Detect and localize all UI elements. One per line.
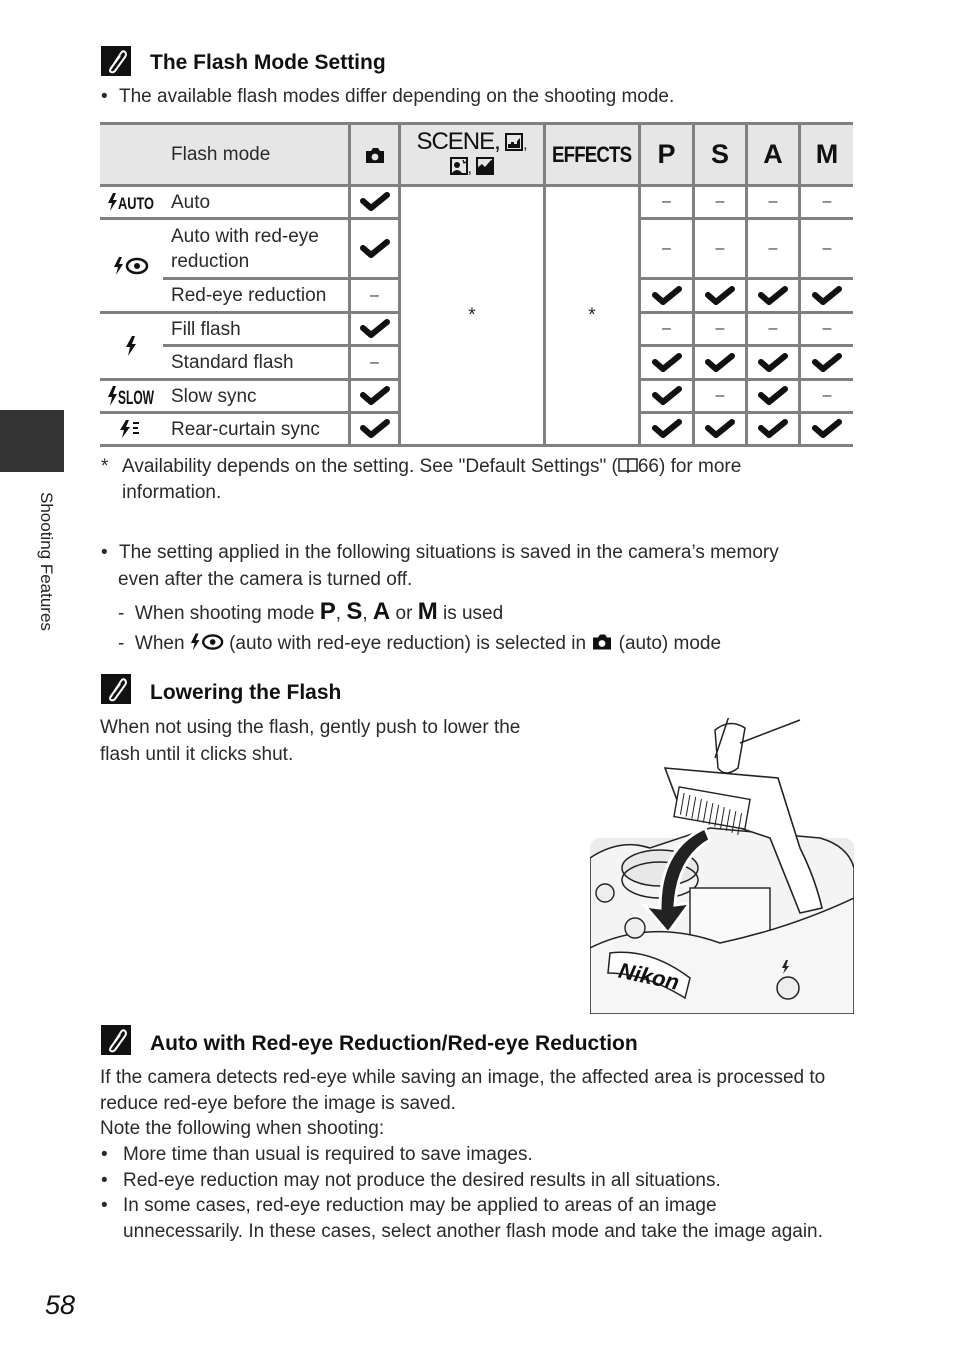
camera-flash-lowering-illustration: Nikon bbox=[589, 712, 855, 1015]
flash-icon bbox=[100, 314, 162, 378]
unavailable-dash: – bbox=[662, 239, 671, 257]
check-icon bbox=[351, 381, 398, 411]
header-effects: EFFECTS bbox=[552, 141, 632, 167]
svg-text:SLOW: SLOW bbox=[118, 388, 154, 407]
svg-text:AUTO: AUTO bbox=[118, 194, 154, 212]
check-icon bbox=[748, 381, 798, 411]
unavailable-dash: – bbox=[822, 193, 832, 210]
check-icon bbox=[641, 347, 692, 378]
flash-mode-label: Auto bbox=[171, 191, 211, 213]
flash-mode-label: Red-eye reduction bbox=[171, 285, 327, 306]
header-s: S bbox=[710, 139, 729, 169]
red-eye-para-line3: Note the following when shooting: bbox=[100, 1118, 385, 1139]
check-icon bbox=[748, 347, 798, 378]
effects-cell: * bbox=[588, 304, 596, 326]
unavailable-dash: – bbox=[822, 387, 832, 404]
check-icon bbox=[801, 414, 853, 444]
check-icon bbox=[695, 414, 745, 444]
flash-red-eye-icon bbox=[190, 633, 224, 651]
footnote: Availability depends on the setting. See… bbox=[122, 456, 742, 477]
page-number: 58 bbox=[45, 1290, 76, 1320]
check-icon bbox=[748, 414, 798, 444]
note-pencil-icon bbox=[101, 46, 131, 76]
flash-red-eye-icon bbox=[100, 220, 162, 311]
check-icon bbox=[351, 220, 398, 277]
check-icon bbox=[641, 381, 692, 411]
red-eye-para-line1: If the camera detects red-eye while savi… bbox=[100, 1067, 826, 1088]
check-icon bbox=[801, 347, 853, 378]
header-p: P bbox=[657, 139, 676, 169]
unavailable-dash: – bbox=[822, 320, 832, 337]
header-scene: SCENE, , , bbox=[416, 127, 528, 177]
check-icon bbox=[351, 187, 398, 217]
check-icon bbox=[695, 280, 745, 311]
unavailable-dash: – bbox=[715, 320, 725, 337]
flash-mode-label: Fill flash bbox=[171, 318, 241, 340]
note-pencil-icon bbox=[101, 1025, 131, 1055]
flash-rear-curtain-icon bbox=[100, 414, 162, 444]
flash-mode-label: Rear-curtain sync bbox=[171, 418, 320, 440]
memory-note-line2: even after the camera is turned off. bbox=[118, 569, 413, 590]
red-eye-para-line2: reduce red-eye before the image is saved… bbox=[100, 1093, 456, 1114]
night-landscape-icon bbox=[505, 132, 524, 151]
header-m: M bbox=[815, 139, 839, 169]
check-icon bbox=[351, 314, 398, 344]
unavailable-dash: – bbox=[370, 286, 379, 304]
unavailable-dash: – bbox=[822, 239, 832, 257]
lowering-text-line1: When not using the flash, gently push to… bbox=[100, 717, 521, 738]
unavailable-dash: – bbox=[715, 193, 725, 210]
section-title: Auto with Red-eye Reduction/Red-eye Redu… bbox=[150, 1032, 638, 1055]
unavailable-dash: – bbox=[768, 320, 778, 337]
flash-slow-sync-icon: SLOW bbox=[100, 381, 162, 411]
camera-icon bbox=[351, 125, 398, 184]
flash-mode-label: Standard flash bbox=[171, 352, 294, 373]
unavailable-dash: – bbox=[715, 239, 725, 257]
footnote-mark: * bbox=[101, 456, 109, 477]
check-icon bbox=[641, 414, 692, 444]
check-icon bbox=[748, 280, 798, 311]
night-portrait-icon bbox=[449, 156, 468, 175]
flash-auto-icon: AUTO bbox=[100, 187, 162, 217]
sub-bullet-modes: - When shooting mode P, S, A or M is use… bbox=[118, 598, 504, 625]
section-title: The Flash Mode Setting bbox=[150, 51, 386, 74]
unavailable-dash: – bbox=[768, 239, 778, 257]
flash-mode-label: Auto with red-eye reduction bbox=[171, 225, 319, 272]
unavailable-dash: – bbox=[662, 193, 671, 210]
landscape-icon bbox=[476, 156, 495, 175]
check-icon bbox=[801, 280, 853, 311]
flash-mode-label: Slow sync bbox=[171, 385, 257, 407]
bullet-continuation: unnecessarily. In these cases, select an… bbox=[123, 1221, 823, 1242]
lowering-text-line2: flash until it clicks shut. bbox=[100, 744, 294, 765]
check-icon bbox=[351, 414, 398, 444]
sub-bullet-red-eye: - When (auto with red-eye reduction) is … bbox=[118, 633, 722, 654]
unavailable-dash: – bbox=[768, 193, 778, 210]
unavailable-dash: – bbox=[662, 320, 671, 337]
unavailable-dash: – bbox=[715, 387, 725, 404]
unavailable-dash: – bbox=[370, 353, 379, 371]
chapter-tab bbox=[0, 410, 64, 472]
header-flash-mode: Flash mode bbox=[171, 143, 271, 165]
note-pencil-icon bbox=[101, 674, 131, 704]
section-title: Lowering the Flash bbox=[150, 681, 342, 704]
book-icon bbox=[618, 458, 638, 474]
camera-icon bbox=[593, 634, 612, 650]
check-icon bbox=[695, 347, 745, 378]
footnote-line2: information. bbox=[122, 482, 222, 503]
scene-label: SCENE, bbox=[416, 127, 500, 155]
header-a: A bbox=[763, 139, 783, 169]
scene-cell: * bbox=[468, 304, 476, 326]
chapter-label: Shooting Features bbox=[37, 492, 56, 631]
check-icon bbox=[641, 280, 692, 311]
